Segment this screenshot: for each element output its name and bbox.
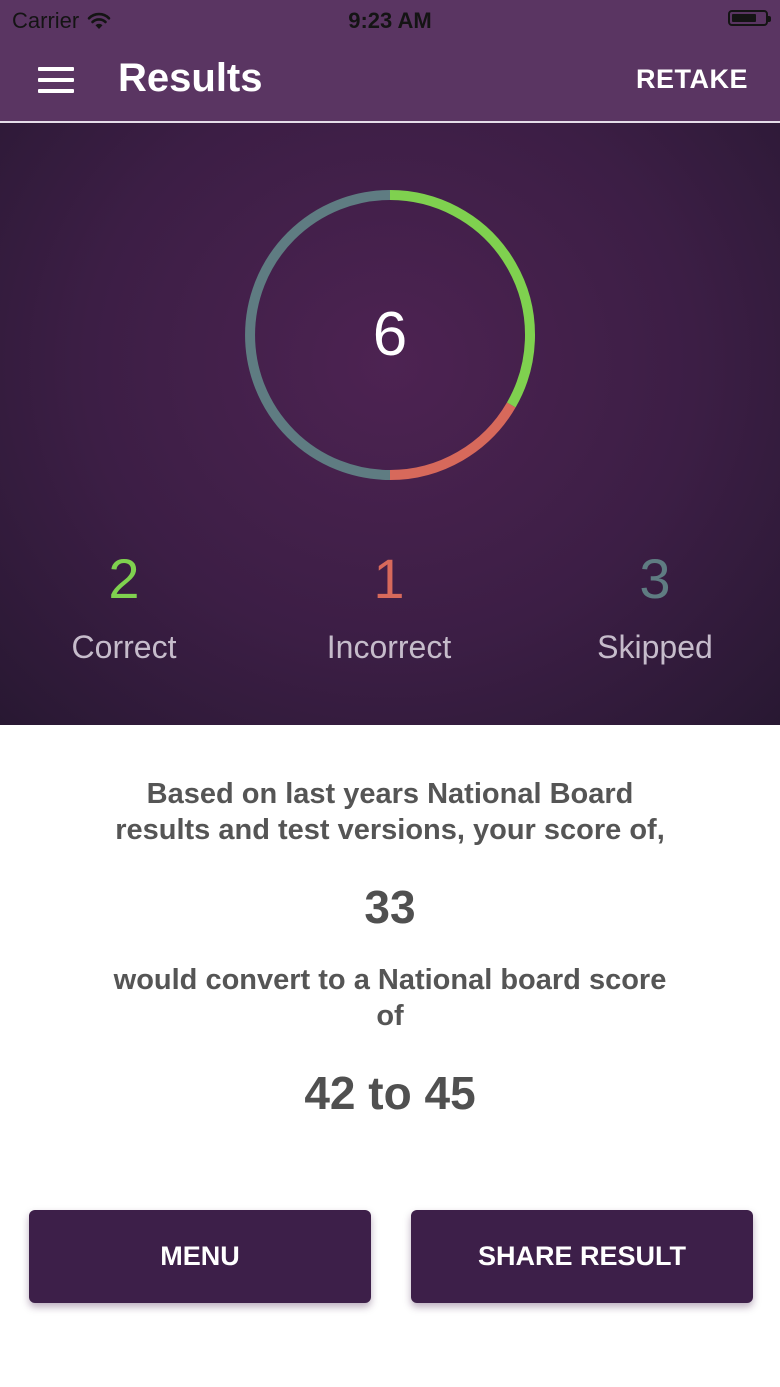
explanation-line-1: Based on last years National Board (146, 778, 634, 810)
correct-count: 2 (108, 547, 140, 610)
explanation-line-2: results and test versions, your score of… (115, 814, 665, 846)
share-result-button[interactable]: SHARE RESULT (411, 1210, 753, 1303)
page-title: Results (118, 56, 263, 100)
status-bar: Carrier 9:23 AM (0, 0, 780, 40)
total-questions: 6 (372, 300, 408, 369)
incorrect-count: 1 (373, 547, 405, 610)
correct-stat: 2 Correct (0, 551, 254, 666)
skipped-label: Skipped (597, 629, 713, 665)
results-summary-panel: 6 2 Correct 1 Incorrect 3 Skipped (0, 123, 780, 725)
incorrect-stat: 1 Incorrect (259, 551, 519, 666)
status-time: 9:23 AM (348, 8, 432, 33)
note-line-1: would convert to a National board score (113, 964, 667, 996)
conversion-explanation: Based on last years National Board resul… (60, 776, 720, 848)
battery-icon (728, 10, 771, 26)
hamburger-menu-icon[interactable] (38, 67, 74, 93)
donut-segment-incorrect (389, 402, 516, 480)
menu-button[interactable]: MENU (29, 1210, 371, 1303)
raw-score: 33 (364, 881, 416, 933)
retake-button[interactable]: RETAKE (636, 64, 748, 95)
skipped-count: 3 (639, 547, 671, 610)
correct-label: Correct (71, 629, 177, 665)
board-score-range: 42 to 45 (304, 1067, 476, 1119)
skipped-stat: 3 Skipped (525, 551, 780, 666)
note-line-2: of (376, 1000, 404, 1032)
navigation-bar: Results RETAKE (0, 40, 780, 123)
incorrect-label: Incorrect (326, 629, 452, 665)
conversion-note: would convert to a National board score … (60, 962, 720, 1034)
